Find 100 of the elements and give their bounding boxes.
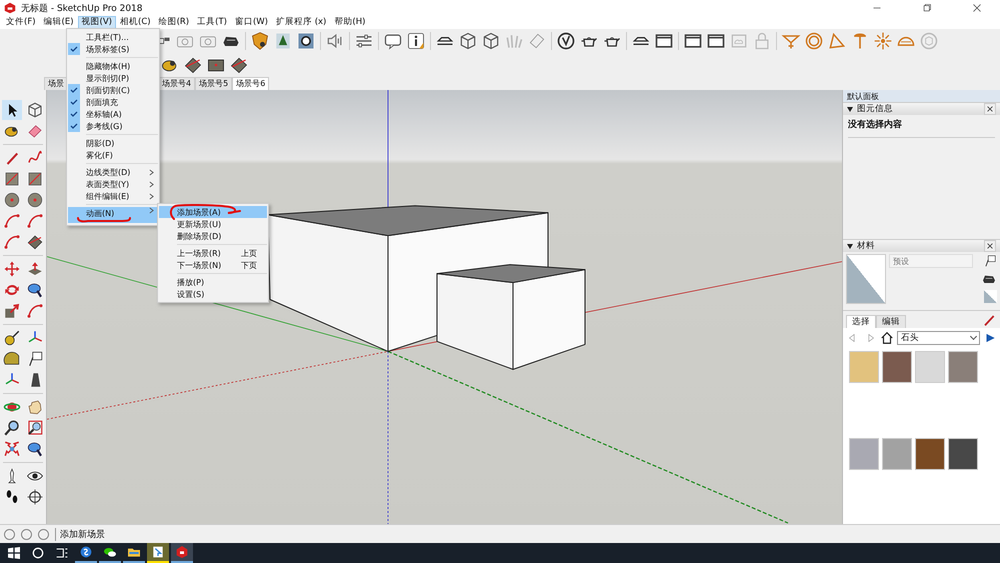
menu-item[interactable]: 工具(T) (193, 16, 231, 29)
menu-label: 下一场景(N) (177, 260, 222, 270)
menu-item[interactable]: 编辑(E) (40, 16, 78, 29)
menu-item[interactable]: 相机(C) (116, 16, 155, 29)
menu-item[interactable]: 上一场景(R) 上页 (159, 247, 267, 259)
shield-icon[interactable] (250, 31, 270, 51)
shortcut-text: 上页 (241, 248, 257, 258)
panel-header[interactable]: 图元信息 (843, 102, 1000, 115)
menu-item[interactable]: 阴影(D) (68, 137, 158, 149)
check-icon[interactable] (556, 31, 576, 51)
crosshair-icon[interactable] (24, 487, 44, 507)
tray-title: 默认面板 (847, 90, 879, 102)
menu-item[interactable]: 帮助(H) (330, 16, 370, 29)
menu-item[interactable]: 下一场景(N) 下页 (159, 259, 267, 271)
material-preview (846, 254, 886, 304)
menu-label: 更新场景(U) (177, 218, 222, 230)
menu-label: 显示剖切(P) (86, 72, 130, 84)
menu-label: 剖面切割(C) (86, 84, 130, 96)
scene-tab[interactable]: 场景号5 (195, 77, 232, 90)
menu-label: 参考线(G) (86, 120, 122, 132)
material-name-field[interactable]: 预设 (889, 254, 973, 268)
menu-label: 坐标轴(A) (86, 108, 122, 120)
menu-item[interactable]: 窗口(W) (230, 16, 272, 29)
material-swatch[interactable] (948, 351, 978, 383)
menu-label: 播放(P) (177, 276, 204, 288)
menu-label: 组件编辑(E) (86, 190, 130, 202)
menu-label: 剖面填充 (86, 96, 118, 108)
panel-title: 材料 (857, 240, 876, 252)
checkmark-icon (68, 120, 80, 132)
menu-label: 设置(S) (177, 288, 204, 300)
menu-label: 工具栏(T)... (86, 32, 129, 42)
material-swatch[interactable] (915, 351, 945, 383)
material-swatch[interactable] (915, 438, 945, 470)
menu-label: 上一场景(R) (177, 248, 221, 258)
magnifier-icon[interactable] (2, 418, 22, 438)
menu-item[interactable]: 隐藏物体(H) (68, 60, 158, 72)
shortcut-text: 下页 (241, 260, 257, 270)
sun-icon[interactable] (873, 31, 893, 51)
menu-item[interactable]: 组件编辑(E) (68, 190, 158, 202)
menu-item[interactable]: 参考线(G) (68, 120, 158, 132)
material-swatch[interactable] (849, 351, 879, 383)
menu-item[interactable]: 剖面填充 (68, 96, 158, 108)
cube-icon[interactable] (481, 31, 501, 51)
status-text: 添加新场景 (55, 528, 105, 540)
default-material-swatch[interactable] (984, 290, 997, 303)
info-icon[interactable] (406, 31, 426, 51)
menu-item[interactable]: 设置(S) (159, 288, 267, 300)
panel-header[interactable]: 材料 (843, 239, 1000, 252)
menu-item[interactable]: 文件(F) (2, 16, 40, 29)
menu-label: 表面类型(Y) (86, 178, 130, 190)
scene-tab[interactable]: 场景号6 (232, 77, 270, 90)
home-icon[interactable] (880, 331, 894, 345)
panel-tab[interactable]: 编辑 (876, 315, 906, 328)
selection-info-text: 没有选择内容 (848, 118, 995, 138)
menu-item[interactable]: 播放(P) (159, 276, 267, 288)
menu-item[interactable]: 剖面切割(C) (68, 84, 158, 96)
status-indicator-icon[interactable] (21, 528, 32, 540)
menu-item[interactable]: 工具栏(T)... (68, 31, 158, 43)
menu-item[interactable]: 边线类型(D) (68, 166, 158, 178)
menu-item[interactable]: 扩展程序 (x) (272, 16, 330, 29)
menu-item[interactable]: 雾化(F) (68, 149, 158, 161)
cursor-icon[interactable] (2, 100, 22, 120)
ring-icon[interactable] (804, 31, 824, 51)
menu-item[interactable]: 添加场景(A) (159, 206, 267, 218)
menu-label: 雾化(F) (86, 150, 113, 160)
material-swatch[interactable] (882, 351, 912, 383)
status-indicator-icon[interactable] (38, 528, 49, 540)
status-indicator-icon[interactable] (4, 528, 15, 540)
menu-item[interactable]: 坐标轴(A) (68, 108, 158, 120)
menu-item[interactable]: 显示剖切(P) (68, 72, 158, 84)
material-swatch[interactable] (948, 438, 978, 470)
underline-scribble (76, 217, 132, 223)
window-title: 无标题 - SketchUp Pro 2018 (21, 2, 142, 14)
menu-label: 隐藏物体(H) (86, 60, 130, 72)
label-icon[interactable] (983, 254, 997, 268)
checkmark-icon (68, 84, 80, 96)
menu-item[interactable]: 绘图(R) (154, 16, 194, 29)
scene-tab[interactable]: 场景号4 (158, 77, 196, 90)
menu-item[interactable]: 删除场景(D) (159, 230, 267, 242)
panel-title: 图元信息 (857, 103, 894, 115)
material-swatch[interactable] (882, 438, 912, 470)
menu-label: 阴影(D) (86, 138, 114, 148)
menu-label: 边线类型(D) (86, 166, 130, 178)
cone-icon[interactable] (827, 31, 847, 51)
collapse-triangle-icon[interactable] (847, 244, 853, 248)
menu-label: 动画(N) (86, 208, 114, 219)
menu-item[interactable]: 更新场景(U) (159, 218, 267, 230)
cube-icon[interactable] (458, 31, 478, 51)
menu-item[interactable]: 视图(V) (78, 16, 116, 29)
material-swatch[interactable] (849, 438, 879, 470)
scene-tab[interactable]: 场景 (44, 77, 68, 90)
collapse-triangle-icon[interactable] (847, 106, 853, 112)
extents-icon[interactable] (2, 439, 22, 459)
menu-item[interactable]: 表面类型(Y) (68, 178, 158, 190)
menu-item[interactable]: 场景标签(S) (68, 43, 158, 55)
menu-label: 场景标签(S) (86, 44, 130, 54)
panel-tab[interactable]: 选择 (846, 315, 876, 328)
menu-item[interactable]: 动画(N) (68, 207, 158, 223)
library-dropdown[interactable]: 石头 (897, 331, 980, 345)
menu-label: 删除场景(D) (177, 230, 222, 242)
